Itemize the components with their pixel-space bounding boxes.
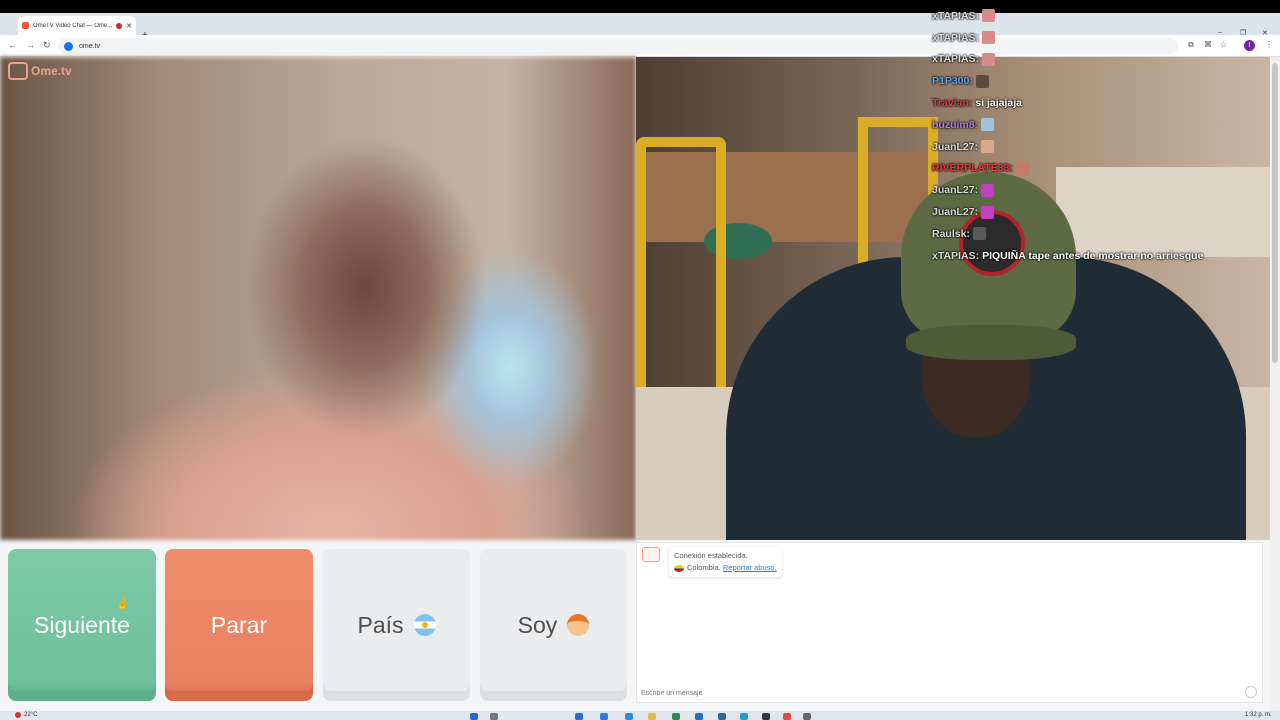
scrollbar-thumb[interactable] xyxy=(1272,63,1278,363)
forward-arrow-icon[interactable]: → xyxy=(26,40,35,50)
chat-username: xTAPIAS: xyxy=(932,9,980,22)
chat-emote-icon xyxy=(982,31,996,45)
stream-chat-line: xTAPIAS: xyxy=(932,5,1272,27)
stranger-video xyxy=(0,57,636,540)
stream-chat-line: xTAPIAS: xyxy=(932,49,1272,71)
ometv-logo-icon xyxy=(8,62,28,80)
search-icon[interactable] xyxy=(490,713,498,720)
chat-username: Raulsk: xyxy=(932,227,970,240)
chat-username: Travian: xyxy=(932,97,973,110)
chat-emote-icon xyxy=(972,227,986,241)
emoji-picker-icon[interactable] xyxy=(1245,686,1257,698)
stream-chat-line: xTAPIAS: PIQUIÑA tape antes de mostrar no… xyxy=(932,245,1272,267)
stream-chat-line: JuanL27: xyxy=(932,179,1272,201)
report-abuse-link[interactable]: Reportar abuso. xyxy=(723,563,777,572)
ometv-logo: Ome.tv xyxy=(8,62,72,80)
task-view-icon[interactable] xyxy=(575,713,583,720)
logo-text: Ome.tv xyxy=(31,64,72,78)
video-cap-brim xyxy=(906,325,1076,360)
store-icon[interactable] xyxy=(672,713,680,720)
url-text: ome.tv xyxy=(79,42,101,50)
weather-widget[interactable]: 22°C xyxy=(15,712,37,718)
weather-icon xyxy=(15,712,21,718)
stop-button[interactable]: Parar xyxy=(165,549,313,701)
stream-chat-line: RIVERPLATE33: xyxy=(932,158,1272,180)
colombia-flag-icon xyxy=(674,564,684,572)
argentina-flag-icon xyxy=(413,614,436,636)
gender-select-button[interactable]: Soy xyxy=(480,549,627,701)
stop-button-label: Parar xyxy=(210,611,268,638)
gender-button-label: Soy xyxy=(517,611,558,638)
stream-chat-line: P1P300: xyxy=(932,70,1272,92)
text-chat-panel: Conexión establecida. Colombia. Reportar… xyxy=(636,542,1263,703)
chat-message-input[interactable] xyxy=(641,686,1241,700)
chat-username: JuanL27: xyxy=(932,184,979,197)
country-button-label: País xyxy=(357,611,404,638)
weather-temp: 22°C xyxy=(24,712,38,718)
ometv-chat-avatar-icon xyxy=(642,547,660,562)
file-explorer-icon[interactable] xyxy=(648,713,656,720)
partner-country: Colombia. xyxy=(687,563,721,572)
chat-emote-icon xyxy=(982,9,996,23)
app-icon[interactable] xyxy=(740,713,748,720)
ometv-favicon-icon xyxy=(22,22,29,29)
connection-status-text: Conexión establecida. xyxy=(674,551,748,560)
back-arrow-icon[interactable]: ← xyxy=(8,40,17,50)
reload-icon[interactable]: ↻ xyxy=(43,40,51,51)
chat-emote-icon xyxy=(981,205,995,219)
country-filter-button[interactable]: País xyxy=(323,549,470,701)
chat-username: xTAPIAS: xyxy=(932,249,980,262)
chat-username: P1P300: xyxy=(932,75,973,88)
chat-username: JuanL27: xyxy=(932,206,979,219)
chat-emote-icon xyxy=(1015,161,1029,175)
chat-username: RIVERPLATE33: xyxy=(932,162,1013,175)
chat-username: xTAPIAS: xyxy=(932,53,980,66)
taskbar-clock: 1:32 p. m. xyxy=(1245,712,1272,718)
mouse-cursor-icon: ☝ xyxy=(116,598,130,610)
app-icon[interactable] xyxy=(718,713,726,720)
recording-indicator-icon xyxy=(116,22,123,29)
app-icon[interactable] xyxy=(803,713,811,720)
chat-emote-icon xyxy=(982,52,996,66)
start-menu-icon[interactable] xyxy=(470,713,478,720)
chat-emote-icon xyxy=(981,140,995,154)
chat-username: JuanL27: xyxy=(932,140,979,153)
next-button[interactable]: Siguiente xyxy=(8,549,156,701)
stream-chat-line: xTAPIAS: xyxy=(932,27,1272,49)
chat-emote-icon xyxy=(981,183,995,197)
stream-chat-line: buzuim8: xyxy=(932,114,1272,136)
stream-chat-line: JuanL27: xyxy=(932,136,1272,158)
windows-taskbar xyxy=(0,711,1280,720)
stream-chat-overlay: xTAPIAS: xTAPIAS: xTAPIAS: P1P300: Travian: s… xyxy=(932,5,1272,267)
app-icon[interactable] xyxy=(695,713,703,720)
next-button-label: Siguiente xyxy=(34,611,130,638)
chat-message-text: si jajajaja xyxy=(975,97,1022,110)
chrome-icon[interactable] xyxy=(783,713,791,720)
chat-emote-icon xyxy=(975,74,989,88)
boy-emoji-icon xyxy=(567,614,590,636)
browser-tab[interactable]: OmeTV Video Chat — Ome... ✕ xyxy=(18,16,136,35)
chat-message-text: PIQUIÑA tape antes de mostrar no arriesg… xyxy=(982,249,1204,262)
stream-chat-line: Raulsk: xyxy=(932,223,1272,245)
chat-username: xTAPIAS: xyxy=(932,31,980,44)
tab-close-icon[interactable]: ✕ xyxy=(126,22,132,30)
mail-icon[interactable] xyxy=(625,713,633,720)
stream-chat-line: JuanL27: xyxy=(932,201,1272,223)
edge-browser-icon[interactable] xyxy=(600,713,608,720)
chat-username: buzuim8: xyxy=(932,118,979,131)
chat-emote-icon xyxy=(981,118,995,132)
tab-title: OmeTV Video Chat — Ome... xyxy=(33,22,113,29)
system-message: Conexión establecida. Colombia. Reportar… xyxy=(669,547,782,577)
obs-icon[interactable] xyxy=(762,713,770,720)
site-info-icon[interactable] xyxy=(64,41,73,51)
stream-chat-line: Travian: si jajajaja xyxy=(932,92,1272,114)
